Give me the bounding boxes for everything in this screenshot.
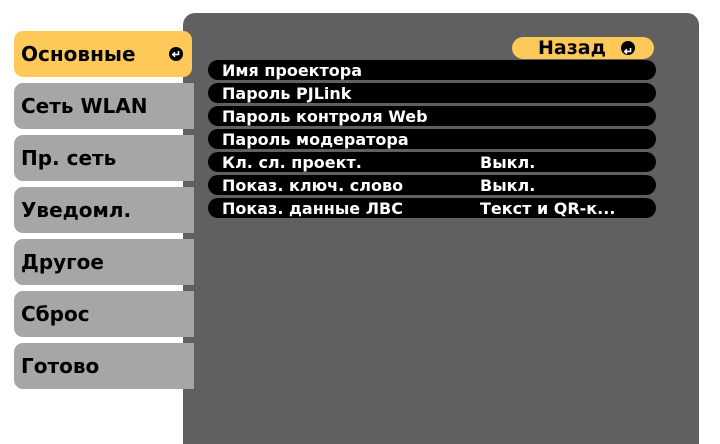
setting-row-projector-name[interactable]: Имя проектора — [208, 60, 656, 80]
setting-label: Пароль контроля Web — [222, 106, 428, 126]
sidebar-item-label: Уведомл. — [21, 198, 132, 222]
back-button[interactable]: Назад — [512, 37, 654, 59]
sidebar-item-label: Основные — [21, 42, 136, 66]
sidebar-item-label: Другое — [21, 250, 104, 274]
sidebar-item-label: Готово — [21, 354, 100, 378]
sidebar-item-wlan[interactable]: Сеть WLAN — [14, 83, 194, 129]
sidebar-item-notifications[interactable]: Уведомл. — [14, 187, 194, 233]
setting-row-pjlink-password[interactable]: Пароль PJLink — [208, 83, 656, 103]
sidebar-item-wired-network[interactable]: Пр. сеть — [14, 135, 194, 181]
sidebar-item-other[interactable]: Другое — [14, 239, 194, 285]
setting-value: Выкл. — [480, 175, 536, 195]
settings-list: Имя проектора Пароль PJLink Пароль контр… — [208, 60, 656, 221]
setting-label: Имя проектора — [222, 60, 363, 80]
setting-value: Выкл. — [480, 152, 536, 172]
setting-row-moderator-password[interactable]: Пароль модератора — [208, 129, 656, 149]
sidebar-item-reset[interactable]: Сброс — [14, 291, 194, 337]
setting-value: Текст и QR-к... — [480, 198, 616, 218]
setting-label: Кл. сл. проект. — [222, 152, 362, 172]
sidebar-item-basic[interactable]: Основные — [14, 31, 192, 77]
setting-label: Пароль модератора — [222, 129, 409, 149]
setting-label: Показ. ключ. слово — [222, 175, 404, 195]
sidebar-item-label: Пр. сеть — [21, 146, 117, 170]
setting-row-projector-keyword[interactable]: Кл. сл. проект. Выкл. — [208, 152, 656, 172]
enter-icon — [621, 41, 635, 55]
sidebar-item-done[interactable]: Готово — [14, 343, 194, 389]
sidebar-item-label: Сеть WLAN — [21, 94, 148, 118]
setting-row-display-lan-info[interactable]: Показ. данные ЛВС Текст и QR-к... — [208, 198, 656, 218]
setting-label: Пароль PJLink — [222, 83, 352, 103]
setting-label: Показ. данные ЛВС — [222, 198, 403, 218]
setting-row-web-control-password[interactable]: Пароль контроля Web — [208, 106, 656, 126]
setting-row-display-keyword[interactable]: Показ. ключ. слово Выкл. — [208, 175, 656, 195]
sidebar-menu: Основные Сеть WLAN Пр. сеть Уведомл. Дру… — [14, 31, 194, 395]
enter-icon — [169, 47, 183, 61]
back-button-label: Назад — [538, 37, 606, 59]
sidebar-item-label: Сброс — [21, 302, 90, 326]
